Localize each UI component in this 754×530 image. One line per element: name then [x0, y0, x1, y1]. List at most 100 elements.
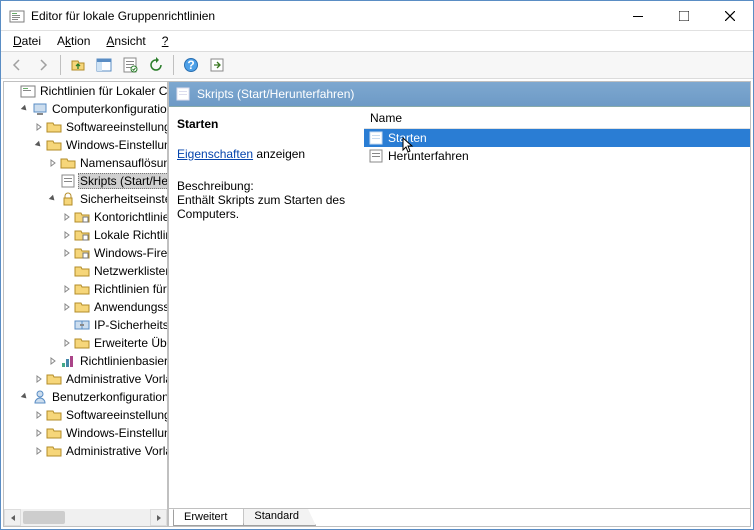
- folder-lock-icon: [74, 209, 90, 225]
- scroll-right-button[interactable]: [150, 509, 167, 526]
- tree-scripts[interactable]: Skripts (Start/Herunterfahren): [4, 172, 167, 190]
- tree-winfw[interactable]: Windows-Firewall: [4, 244, 167, 262]
- folder-icon: [46, 119, 62, 135]
- collapse-icon[interactable]: [18, 102, 32, 116]
- description-label: Beschreibung:: [177, 179, 356, 193]
- action-button[interactable]: [205, 53, 229, 77]
- app-title: Editor für lokale Gruppenrichtlinien: [31, 9, 615, 23]
- tree-netlist[interactable]: Netzwerklisten: [4, 262, 167, 280]
- folder-icon: [74, 263, 90, 279]
- tree-account[interactable]: Kontorichtlinien: [4, 208, 167, 226]
- refresh-button[interactable]: [144, 53, 168, 77]
- collapse-icon[interactable]: [32, 138, 46, 152]
- close-button[interactable]: [707, 1, 753, 31]
- expand-icon[interactable]: [32, 426, 46, 440]
- scroll-thumb[interactable]: [23, 511, 65, 524]
- twisty-icon: [6, 84, 20, 98]
- tree-userconfig[interactable]: Benutzerkonfiguration: [4, 388, 167, 406]
- folder-icon: [60, 155, 76, 171]
- folder-icon: [46, 137, 62, 153]
- policy-icon: [20, 83, 36, 99]
- expand-icon[interactable]: [60, 336, 74, 350]
- description-column: Starten Eigenschaften anzeigen Beschreib…: [169, 107, 364, 508]
- properties-link-line: Eigenschaften anzeigen: [177, 147, 356, 161]
- tree-horizontal-scrollbar[interactable]: [4, 509, 167, 526]
- collapse-icon[interactable]: [46, 192, 60, 206]
- scroll-track[interactable]: [21, 509, 150, 526]
- tree-apprestrict[interactable]: Anwendungssteuerung: [4, 298, 167, 316]
- toolbar: ?: [1, 51, 753, 79]
- properties-link[interactable]: Eigenschaften: [177, 147, 253, 161]
- up-button[interactable]: [66, 53, 90, 77]
- show-hide-tree-button[interactable]: [92, 53, 116, 77]
- tree-pubkey[interactable]: Richtlinien für öffentliche Schlüssel: [4, 280, 167, 298]
- folder-icon: [74, 299, 90, 315]
- folder-icon: [46, 425, 62, 441]
- folder-icon: [46, 443, 62, 459]
- tree-policybased[interactable]: Richtlinienbasierter QoS: [4, 352, 167, 370]
- expand-icon[interactable]: [32, 408, 46, 422]
- tab-standard[interactable]: Standard: [243, 509, 316, 526]
- tree-pane: Richtlinien für Lokaler Computer Compute…: [3, 81, 168, 527]
- list-item-label: Starten: [388, 131, 427, 145]
- computer-icon: [32, 101, 48, 117]
- scripts-icon: [175, 86, 191, 102]
- column-header-name[interactable]: Name: [364, 107, 750, 129]
- tree-software1[interactable]: Softwareeinstellungen: [4, 118, 167, 136]
- tree-security[interactable]: Sicherheitseinstellungen: [4, 190, 167, 208]
- work-area: Richtlinien für Lokaler Computer Compute…: [1, 79, 753, 529]
- tree-advanced[interactable]: Erweiterte Überwachungsrichtlinien: [4, 334, 167, 352]
- expand-icon[interactable]: [60, 300, 74, 314]
- app-icon: [9, 8, 25, 24]
- folder-icon: [74, 281, 90, 297]
- expand-icon[interactable]: [46, 354, 60, 368]
- chart-icon: [60, 353, 76, 369]
- tree-local[interactable]: Lokale Richtlinien: [4, 226, 167, 244]
- expand-icon[interactable]: [60, 282, 74, 296]
- tree-nameres[interactable]: Namensauflösung: [4, 154, 167, 172]
- forward-button[interactable]: [31, 53, 55, 77]
- list-column: Name Starten Herunterfahren: [364, 107, 750, 508]
- menu-help[interactable]: ?: [156, 32, 175, 50]
- toolbar-separator: [60, 55, 61, 75]
- expand-icon[interactable]: [32, 120, 46, 134]
- tree-admin1[interactable]: Administrative Vorlagen: [4, 370, 167, 388]
- script-icon: [368, 130, 384, 146]
- description-text: Enthält Skripts zum Starten des Computer…: [177, 193, 356, 221]
- tree-windows1[interactable]: Windows-Einstellungen: [4, 136, 167, 154]
- menu-action[interactable]: Aktion: [51, 32, 96, 50]
- expand-icon[interactable]: [32, 372, 46, 386]
- tab-bar: Erweitert Standard: [169, 508, 750, 526]
- maximize-button[interactable]: [661, 1, 707, 31]
- tree-software2[interactable]: Softwareeinstellungen: [4, 406, 167, 424]
- expand-icon[interactable]: [60, 246, 74, 260]
- collapse-icon[interactable]: [18, 390, 32, 404]
- scroll-left-button[interactable]: [4, 509, 21, 526]
- tree-view[interactable]: Richtlinien für Lokaler Computer Compute…: [4, 82, 167, 509]
- back-button[interactable]: [5, 53, 29, 77]
- folder-lock-icon: [74, 227, 90, 243]
- tree-root[interactable]: Richtlinien für Lokaler Computer: [4, 82, 167, 100]
- ipsec-icon: [74, 317, 90, 333]
- tree-admin2[interactable]: Administrative Vorlagen: [4, 442, 167, 460]
- folder-icon: [46, 371, 62, 387]
- properties-button[interactable]: [118, 53, 142, 77]
- expand-icon[interactable]: [32, 444, 46, 458]
- menu-file[interactable]: Datei: [7, 32, 47, 50]
- list-item-starten[interactable]: Starten: [364, 129, 750, 147]
- title-bar: Editor für lokale Gruppenrichtlinien: [1, 1, 753, 31]
- tree-windows2[interactable]: Windows-Einstellungen: [4, 424, 167, 442]
- list-item-herunterfahren[interactable]: Herunterfahren: [364, 147, 750, 165]
- folder-icon: [46, 407, 62, 423]
- tree-ipsec[interactable]: IP-Sicherheitsrichtlinien: [4, 316, 167, 334]
- folder-icon: [74, 335, 90, 351]
- tab-erweitert[interactable]: Erweitert: [173, 509, 244, 526]
- expand-icon[interactable]: [60, 210, 74, 224]
- help-button[interactable]: ?: [179, 53, 203, 77]
- expand-icon[interactable]: [60, 228, 74, 242]
- user-icon: [32, 389, 48, 405]
- minimize-button[interactable]: [615, 1, 661, 31]
- tree-computerconfig[interactable]: Computerkonfiguration: [4, 100, 167, 118]
- expand-icon[interactable]: [46, 156, 60, 170]
- menu-view[interactable]: Ansicht: [100, 32, 151, 50]
